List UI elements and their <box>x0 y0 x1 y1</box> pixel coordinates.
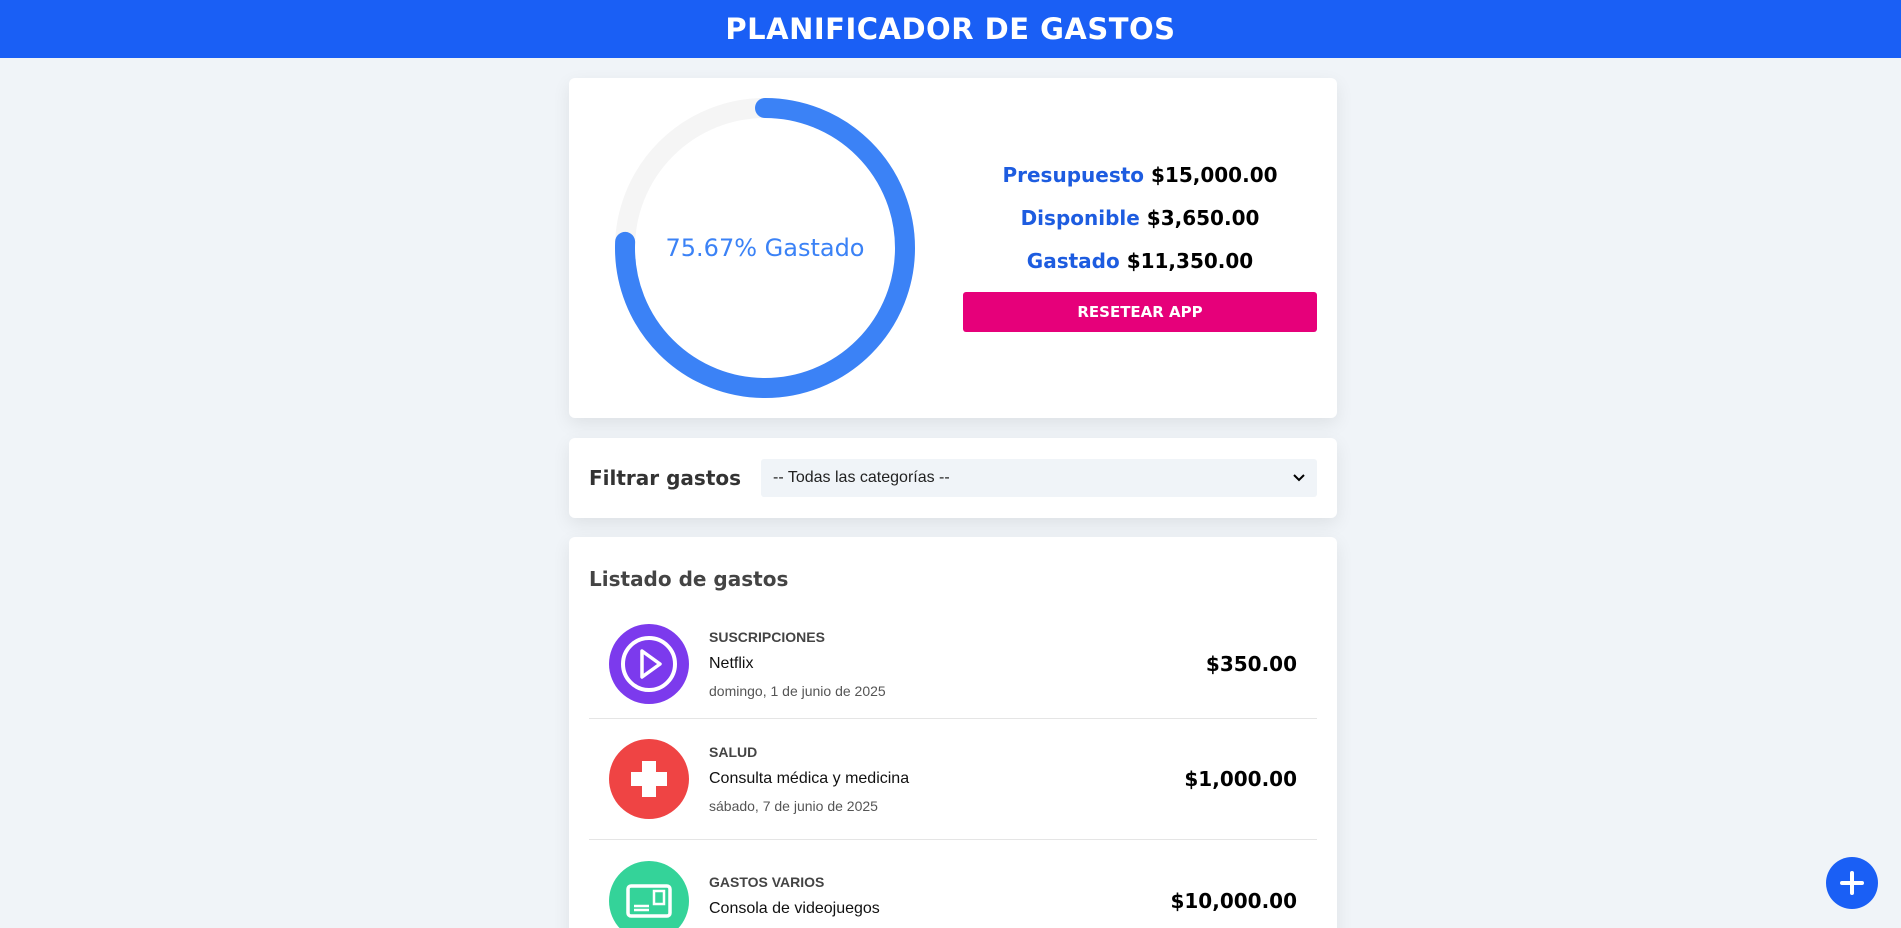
app-header: PLANIFICADOR DE GASTOS <box>0 0 1901 58</box>
budget-total-value: $15,000.00 <box>1151 163 1278 187</box>
budget-card: 75.67% Gastado Presupuesto $15,000.00 Di… <box>569 78 1337 418</box>
filter-selected-value: -- Todas las categorías -- <box>773 469 950 486</box>
budget-total: Presupuesto $15,000.00 <box>1002 163 1277 187</box>
budget-spent-label: Gastado <box>1026 249 1120 273</box>
budget-available-value: $3,650.00 <box>1146 206 1260 230</box>
budget-available: Disponible $3,650.00 <box>1021 206 1260 230</box>
app-title: PLANIFICADOR DE GASTOS <box>725 12 1176 46</box>
card-icon <box>609 860 689 928</box>
expense-item[interactable]: GASTOS VARIOS Consola de videojuegos $10… <box>589 840 1317 928</box>
expense-list-title: Listado de gastos <box>589 567 789 591</box>
budget-spent: Gastado $11,350.00 <box>1027 249 1253 273</box>
expense-amount: $10,000.00 <box>1170 888 1297 913</box>
expense-date: sábado, 7 de junio de 2025 <box>709 798 878 814</box>
expense-name: Netflix <box>709 654 754 672</box>
health-cross-icon <box>609 739 689 819</box>
budget-progress: 75.67% Gastado <box>569 78 963 418</box>
expense-item[interactable]: SUSCRIPCIONES Netflix domingo, 1 de juni… <box>589 609 1317 719</box>
expense-name: Consola de videojuegos <box>709 899 880 917</box>
filter-card: Filtrar gastos -- Todas las categorías -… <box>569 438 1337 518</box>
expense-list-card: Listado de gastos SUSCRIPCIONES Netflix … <box>569 537 1337 928</box>
reset-app-button[interactable]: RESETEAR APP <box>963 292 1317 332</box>
budget-info: Presupuesto $15,000.00 Disponible $3,650… <box>963 78 1337 418</box>
expense-amount: $1,000.00 <box>1184 767 1297 791</box>
budget-spent-value: $11,350.00 <box>1126 249 1254 273</box>
expense-amount: $350.00 <box>1205 651 1297 676</box>
expense-category: GASTOS VARIOS <box>709 873 825 890</box>
plus-icon <box>1840 871 1864 895</box>
budget-total-label: Presupuesto <box>1002 163 1145 187</box>
expense-item[interactable]: SALUD Consulta médica y medicina sábado,… <box>589 719 1317 840</box>
progress-text: 75.67% Gastado <box>665 234 865 262</box>
expense-category: SALUD <box>709 744 758 760</box>
category-filter-select[interactable]: -- Todas las categorías -- <box>761 459 1317 497</box>
expense-category: SUSCRIPCIONES <box>709 628 825 645</box>
filter-label: Filtrar gastos <box>589 466 742 490</box>
chevron-down-icon <box>1293 471 1305 485</box>
add-expense-button[interactable] <box>1826 857 1878 909</box>
expense-date: domingo, 1 de junio de 2025 <box>709 682 886 699</box>
expense-name: Consulta médica y medicina <box>709 770 910 787</box>
budget-available-label: Disponible <box>1020 206 1140 230</box>
play-icon <box>609 623 689 704</box>
